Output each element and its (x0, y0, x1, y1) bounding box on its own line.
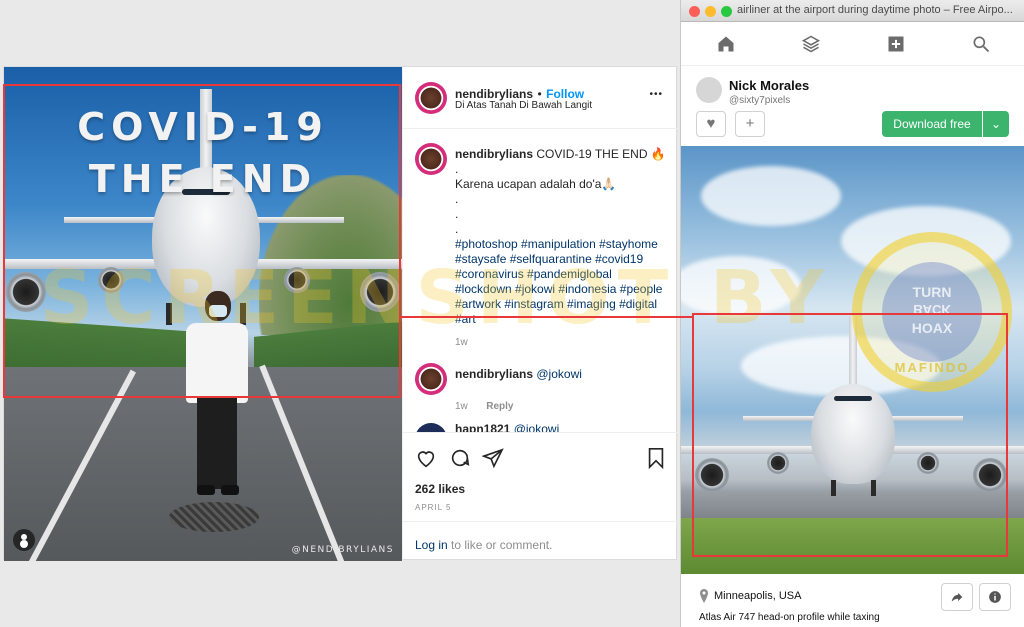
photo-manhole (169, 502, 259, 532)
location-pin-icon (700, 589, 708, 603)
share-icon[interactable] (482, 447, 504, 469)
caption-hashtags[interactable]: #photoshop #manipulation #stayhome #stay… (455, 237, 667, 327)
add-icon[interactable] (886, 34, 906, 54)
download-options-button[interactable]: ⌄ (983, 111, 1009, 137)
author-name[interactable]: Nick Morales (729, 78, 809, 93)
heart-icon: ♥ (706, 115, 716, 132)
post-sidebar: nendibrylians • Follow Di Atas Tanah Di … (402, 67, 677, 561)
comment-clipped: hapn1821 @jokowi (403, 423, 677, 432)
info-button[interactable] (979, 583, 1011, 611)
caption-avatar[interactable] (415, 143, 447, 175)
app-nav (681, 22, 1024, 66)
annotation-connector (401, 316, 692, 318)
person-legs (197, 397, 237, 489)
download-button[interactable]: Download free (882, 111, 982, 137)
caption-time: 1w (455, 337, 468, 348)
comment-username[interactable]: nendibrylians (455, 367, 533, 381)
share-button[interactable] (941, 583, 973, 611)
comment: nendibrylians @jokowi 1w Reply (455, 367, 582, 414)
person-shoe (221, 485, 239, 495)
collections-icon[interactable] (801, 34, 821, 54)
post-header: nendibrylians • Follow Di Atas Tanah Di … (403, 67, 677, 129)
home-icon[interactable] (716, 34, 736, 54)
caption-line3: Karena ucapan adalah do'a🙏🏻 (455, 177, 617, 191)
annotation-box-left (3, 84, 401, 398)
reply-button[interactable]: Reply (486, 401, 513, 412)
caption-dot: . (455, 222, 459, 236)
window-titlebar: airliner at the airport during daytime p… (681, 0, 1024, 22)
photo-location[interactable]: Minneapolis, USA (714, 590, 801, 602)
minimize-window-button[interactable] (705, 6, 716, 17)
comment-text[interactable]: @jokowi (514, 423, 560, 432)
likes-count[interactable]: 262 likes (415, 482, 465, 496)
annotation-box-right (692, 313, 1008, 557)
author-avatar[interactable] (415, 82, 447, 114)
header-separator: • (537, 87, 542, 101)
author-avatar[interactable] (696, 77, 722, 103)
photo-cloud (681, 256, 801, 316)
login-link[interactable]: Log in (415, 538, 448, 552)
header-location[interactable]: Di Atas Tanah Di Bawah Langit (455, 100, 592, 111)
close-window-button[interactable] (689, 6, 700, 17)
caption-username[interactable]: nendibrylians (455, 147, 533, 161)
add-to-collection-button[interactable]: + (735, 111, 765, 137)
person-shoe (197, 485, 215, 495)
login-prompt: to like or comment. (447, 538, 553, 552)
search-icon[interactable] (971, 34, 991, 54)
caption-line2: . (455, 162, 459, 176)
post-date: APRIL 5 (415, 503, 452, 512)
comment-icon[interactable] (449, 447, 471, 469)
comment-avatar[interactable] (415, 363, 447, 395)
follow-button[interactable]: Follow (546, 87, 584, 101)
chevron-down-icon: ⌄ (990, 117, 1002, 131)
info-icon (989, 591, 1001, 603)
zoom-window-button[interactable] (721, 6, 732, 17)
login-bar: Log in to like or comment. (403, 521, 677, 562)
actions-bar: 262 likes APRIL 5 Log in to like or comm… (403, 432, 677, 561)
share-icon (951, 592, 963, 602)
author-row: Nick Morales @sixty7pixels ♥ + Download … (681, 66, 1024, 146)
author-handle[interactable]: @sixty7pixels (729, 95, 790, 106)
caption-text: COVID-19 THE END 🔥 (536, 147, 666, 161)
caption-dot: . (455, 192, 459, 206)
photo-cloud (701, 166, 841, 226)
seal-text-top: TURN (912, 284, 952, 300)
caption-dot: . (455, 207, 459, 221)
user-icon[interactable] (13, 529, 35, 551)
plus-icon: + (745, 115, 755, 132)
comment-avatar[interactable] (415, 423, 447, 432)
more-options-icon[interactable]: ••• (649, 89, 663, 100)
comment-text[interactable]: @jokowi (536, 367, 582, 381)
window-title: airliner at the airport during daytime p… (737, 4, 1013, 16)
heart-icon[interactable] (415, 447, 437, 469)
photo-watermark: @NENDIBRYLIANS (291, 545, 394, 555)
comment-username[interactable]: hapn1821 (455, 423, 510, 432)
bookmark-icon[interactable] (645, 447, 667, 469)
photo-description: Atlas Air 747 head-on profile while taxi… (699, 612, 880, 623)
like-button[interactable]: ♥ (696, 111, 726, 137)
comment-time: 1w (455, 401, 468, 412)
photo-info: Minneapolis, USA Atlas Air 747 head-on p… (681, 575, 1024, 627)
header-username[interactable]: nendibrylians (455, 87, 533, 101)
